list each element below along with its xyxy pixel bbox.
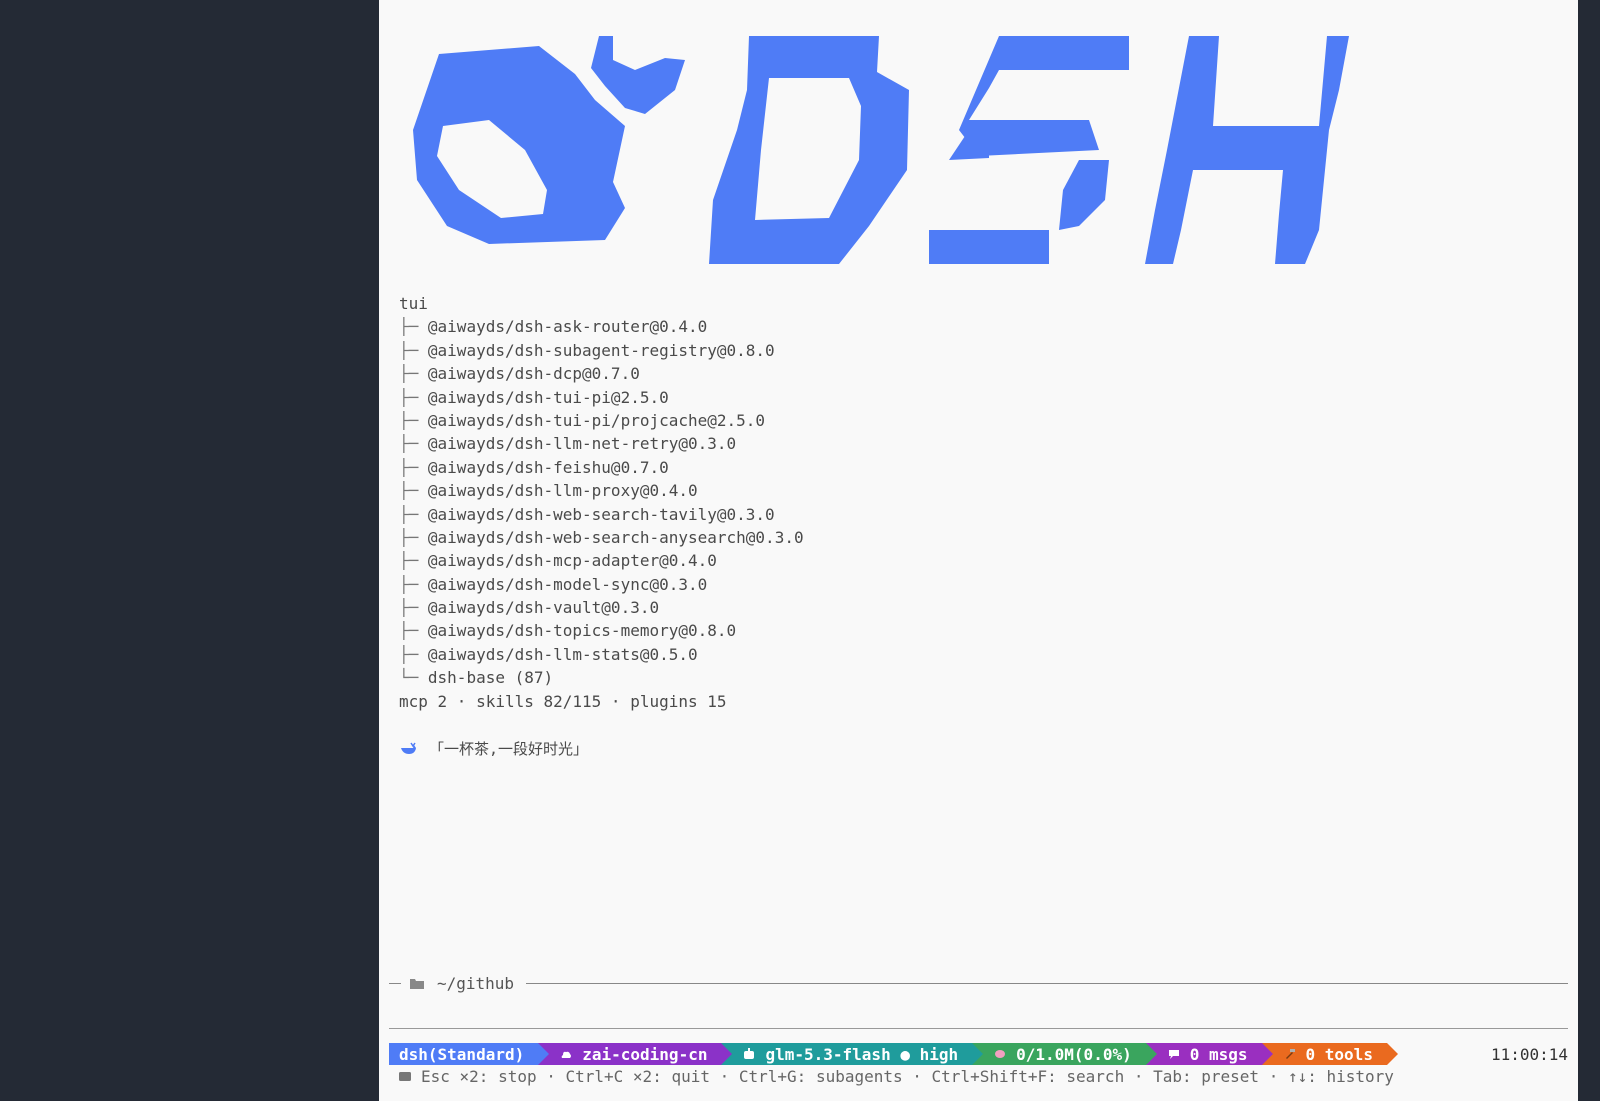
robot-icon bbox=[744, 1048, 755, 1059]
dsh-logo bbox=[413, 36, 1349, 264]
tree-item: ├─ @aiwayds/dsh-tui-pi@2.5.0 bbox=[399, 387, 669, 407]
folder-icon bbox=[410, 978, 424, 989]
tree-item: ├─ @aiwayds/dsh-web-search-anysearch@0.3… bbox=[399, 527, 804, 547]
tree-item: ├─ @aiwayds/dsh-topics-memory@0.8.0 bbox=[399, 621, 737, 641]
tree-item: ├─ @aiwayds/dsh-web-search-tavily@0.3.0 bbox=[399, 504, 775, 524]
letter-s bbox=[929, 36, 1129, 264]
greeting-line: 「一杯茶,一段好时光」 bbox=[399, 738, 588, 759]
hammer-icon bbox=[1285, 1049, 1295, 1059]
tree-item: ├─ @aiwayds/dsh-feishu@0.7.0 bbox=[399, 457, 669, 477]
status-context[interactable]: 0/1.0M(0.0%) bbox=[972, 1043, 1157, 1065]
tree-item: ├─ @aiwayds/dsh-subagent-registry@0.8.0 bbox=[399, 340, 775, 360]
tree-item: ├─ @aiwayds/dsh-vault@0.3.0 bbox=[399, 598, 660, 618]
right-scroll-strip bbox=[1578, 0, 1600, 1101]
keybinding-hints: Esc ×2: stop · Ctrl+C ×2: quit · Ctrl+G:… bbox=[399, 1067, 1394, 1086]
status-bar: dsh(Standard) zai-coding-cn glm-5.3-flas… bbox=[389, 1043, 1399, 1065]
status-messages[interactable]: 0 msgs bbox=[1145, 1043, 1273, 1065]
divider-dash bbox=[389, 982, 401, 984]
directory-bar: ~/github bbox=[389, 973, 1568, 993]
tree-item: ├─ @aiwayds/dsh-model-sync@0.3.0 bbox=[399, 574, 708, 594]
keyboard-icon bbox=[399, 1072, 411, 1081]
summary-line: mcp 2 · skills 82/115 · plugins 15 bbox=[399, 691, 727, 711]
cloud-icon bbox=[561, 1051, 572, 1058]
clock: 11:00:14 bbox=[1490, 1044, 1568, 1064]
divider-rule bbox=[526, 982, 1568, 984]
letter-h bbox=[1145, 36, 1349, 264]
letter-d bbox=[709, 36, 909, 264]
startup-output: tui ├─ @aiwayds/dsh-ask-router@0.4.0 ├─ … bbox=[399, 292, 804, 713]
tree-item-last: └─ dsh-base (87) bbox=[399, 668, 554, 688]
tree-root: tui bbox=[399, 294, 428, 313]
tree-item: ├─ @aiwayds/dsh-llm-proxy@0.4.0 bbox=[399, 481, 698, 501]
input-separator bbox=[389, 1028, 1568, 1029]
whale-icon bbox=[401, 742, 416, 754]
status-provider[interactable]: zai-coding-cn bbox=[538, 1043, 733, 1065]
tree-item: ├─ @aiwayds/dsh-ask-router@0.4.0 bbox=[399, 317, 708, 337]
tree-item: ├─ @aiwayds/dsh-dcp@0.7.0 bbox=[399, 364, 640, 384]
greeting-quote: 「一杯茶,一段好时光」 bbox=[429, 740, 589, 758]
tree-item: ├─ @aiwayds/dsh-llm-net-retry@0.3.0 bbox=[399, 434, 737, 454]
tree-item: ├─ @aiwayds/dsh-mcp-adapter@0.4.0 bbox=[399, 551, 717, 571]
current-directory: ~/github bbox=[437, 973, 515, 993]
status-mode[interactable]: dsh(Standard) bbox=[389, 1043, 550, 1065]
terminal-window[interactable]: tui ├─ @aiwayds/dsh-ask-router@0.4.0 ├─ … bbox=[379, 0, 1578, 1101]
brain-icon bbox=[995, 1050, 1006, 1058]
tree-item: ├─ @aiwayds/dsh-llm-stats@0.5.0 bbox=[399, 644, 698, 664]
whale-icon bbox=[413, 36, 685, 244]
tree-item: ├─ @aiwayds/dsh-tui-pi/projcache@2.5.0 bbox=[399, 410, 766, 430]
left-pane bbox=[0, 0, 379, 1101]
status-tools[interactable]: 0 tools bbox=[1261, 1043, 1399, 1065]
speech-bubble-icon bbox=[1168, 1050, 1179, 1059]
status-model[interactable]: glm-5.3-flash ● high bbox=[721, 1043, 983, 1065]
